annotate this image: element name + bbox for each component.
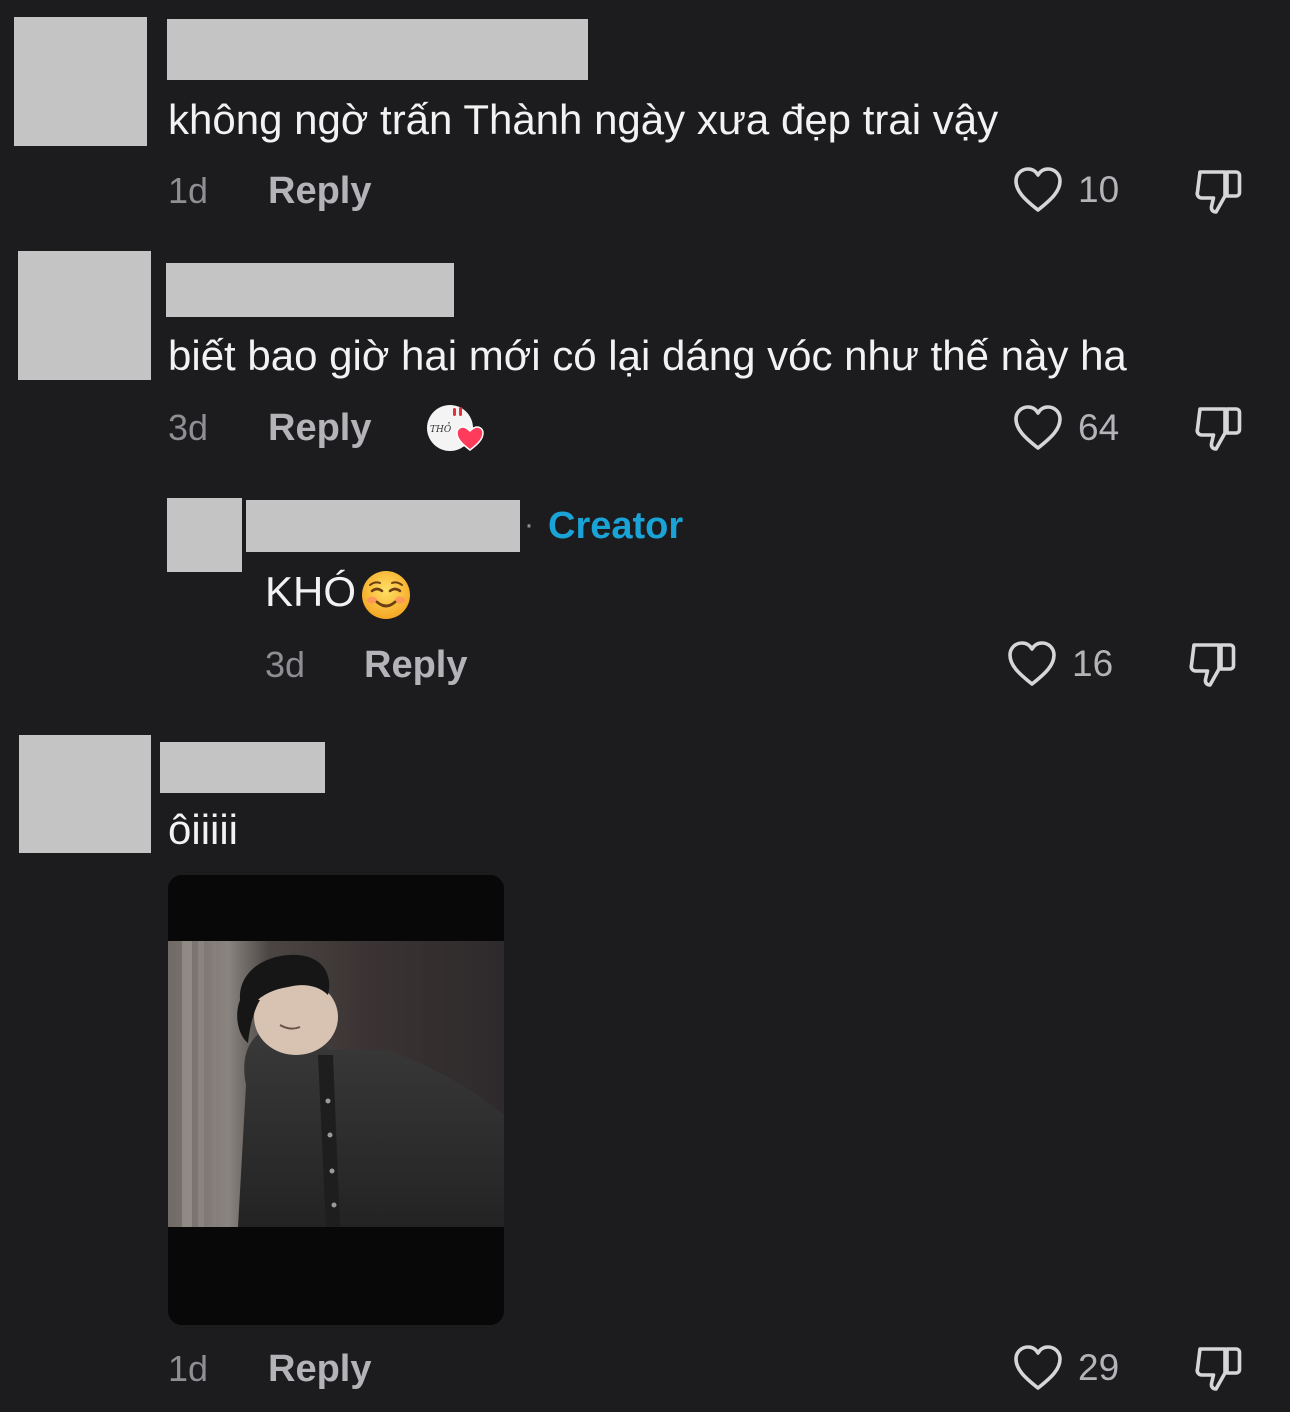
thumbs-down-icon[interactable] <box>1186 639 1238 691</box>
heart-outline-icon <box>1014 1345 1062 1390</box>
comment-text: ôiiiii <box>168 806 239 853</box>
like-count: 29 <box>1078 1347 1120 1388</box>
username-redacted[interactable] <box>160 742 325 793</box>
video-thumbnail[interactable] <box>168 875 504 1325</box>
avatar[interactable] <box>18 251 151 380</box>
like-button[interactable]: 16 <box>1006 640 1113 688</box>
avatar[interactable] <box>167 498 242 572</box>
comment-timestamp: 3d <box>265 644 306 685</box>
creator-badge: Creator <box>548 505 684 547</box>
comment-text: không ngờ trấn Thành ngày xưa đẹp trai v… <box>168 96 999 143</box>
comment-timestamp: 3d <box>168 407 209 448</box>
heart-sticker-icon: THỎ <box>427 405 484 451</box>
reply-button[interactable]: Reply <box>268 171 371 211</box>
thumbs-down-icon[interactable] <box>1192 166 1244 218</box>
reply-button[interactable]: Reply <box>364 645 467 685</box>
comment-text: biết bao giờ hai mới có lại dáng vóc như… <box>168 332 1127 379</box>
thumbs-down-icon[interactable] <box>1192 403 1244 455</box>
comment-timestamp: 1d <box>168 1348 209 1389</box>
like-count: 10 <box>1078 169 1120 210</box>
avatar[interactable] <box>19 735 151 853</box>
thumbs-down-icon[interactable] <box>1192 1343 1244 1395</box>
username-redacted[interactable] <box>246 500 520 552</box>
smiling-face-icon <box>362 570 411 619</box>
username-redacted[interactable] <box>167 19 588 80</box>
comment-list: không ngờ trấn Thành ngày xưa đẹp trai v… <box>0 0 1290 1412</box>
heart-outline-icon <box>1014 405 1062 450</box>
username-redacted[interactable] <box>166 263 454 317</box>
reply-button[interactable]: Reply <box>268 408 371 448</box>
like-button[interactable]: 64 <box>1012 404 1119 452</box>
heart-outline-icon <box>1014 167 1062 212</box>
like-button[interactable]: 29 <box>1012 1344 1119 1392</box>
comment-timestamp: 1d <box>168 170 209 211</box>
like-button[interactable]: 10 <box>1012 166 1119 214</box>
like-count: 16 <box>1072 643 1114 684</box>
video-frame <box>168 875 504 1325</box>
avatar[interactable] <box>14 17 147 146</box>
heart-outline-icon <box>1008 641 1056 686</box>
comment-text-row: KHÓ <box>265 566 412 621</box>
comment-text: KHÓ <box>265 568 357 615</box>
reply-button[interactable]: Reply <box>268 1349 371 1389</box>
badge-separator: · <box>524 508 534 541</box>
like-count: 64 <box>1078 407 1120 448</box>
